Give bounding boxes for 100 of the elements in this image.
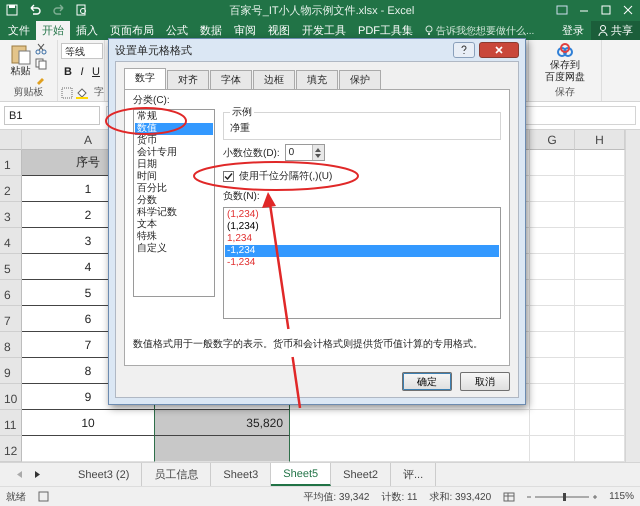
table-cell — [530, 384, 575, 410]
dialog-title: 设置单元格格式 — [115, 44, 193, 58]
zoom-slider-icon[interactable] — [527, 492, 598, 502]
sign-in-link[interactable]: 登录 — [555, 21, 591, 40]
ribbon-tab[interactable]: 开发工具 — [296, 21, 352, 40]
ribbon-tab[interactable]: 审阅 — [228, 21, 262, 40]
ribbon-display-icon[interactable] — [556, 5, 568, 15]
ribbon-tab[interactable]: 数据 — [194, 21, 228, 40]
row-header[interactable]: 4 — [0, 228, 22, 254]
count-readout: 计数: 11 — [382, 490, 418, 504]
row-header[interactable]: 9 — [0, 358, 22, 384]
table-cell — [575, 176, 625, 202]
table-cell — [575, 150, 625, 176]
table-cell — [575, 280, 625, 306]
paste-button[interactable]: 粘贴 — [10, 43, 30, 85]
spinner-arrows-icon[interactable] — [312, 145, 324, 160]
ribbon-tab[interactable]: 页面布局 — [104, 21, 160, 40]
sample-value: 净重 — [230, 122, 251, 135]
dialog-tab[interactable]: 字体 — [210, 70, 252, 89]
name-box[interactable]: B1 — [4, 106, 100, 125]
save-icon[interactable] — [6, 4, 18, 16]
cancel-button[interactable]: 取消 — [460, 372, 510, 391]
column-header[interactable]: G — [530, 130, 575, 150]
scissors-icon[interactable] — [34, 43, 46, 55]
dialog-tab[interactable]: 对齐 — [167, 70, 209, 89]
row-header[interactable]: 11 — [0, 410, 22, 436]
lightbulb-icon — [425, 25, 433, 36]
close-icon — [495, 46, 503, 54]
row-header[interactable]: 12 — [0, 436, 22, 462]
share-button[interactable]: 共享 — [591, 21, 640, 40]
ribbon-tab[interactable]: 插入 — [70, 21, 104, 40]
thousands-label: 使用千位分隔符(,)(U) — [239, 170, 332, 183]
row-header[interactable]: 10 — [0, 384, 22, 410]
negative-label: 负数(N): — [223, 190, 261, 203]
group-label: 字 — [94, 86, 104, 99]
ok-button[interactable]: 确定 — [402, 372, 452, 391]
close-button[interactable] — [479, 42, 519, 58]
scrollbar[interactable] — [625, 130, 640, 462]
table-cell — [575, 202, 625, 228]
table-cell — [530, 280, 575, 306]
row-header[interactable]: 3 — [0, 202, 22, 228]
macro-record-icon[interactable] — [38, 491, 49, 502]
cloud-icon — [555, 43, 575, 59]
sample-label: 示例 — [231, 106, 253, 119]
category-item[interactable]: 常规 — [135, 111, 213, 123]
italic-button[interactable]: I — [75, 64, 89, 80]
ribbon-tab[interactable]: 开始 — [36, 21, 70, 40]
help-button[interactable] — [453, 42, 475, 58]
negative-format-item[interactable]: (1,234) — [225, 209, 499, 221]
negative-format-item[interactable]: -1,234 — [225, 257, 499, 269]
dialog-tab[interactable]: 数字 — [124, 68, 166, 89]
sheet-tab[interactable]: Sheet5 — [271, 463, 332, 486]
table-cell — [530, 410, 575, 436]
category-list[interactable]: 常规 数值 货币 会计专用 日期 时间 百分比 分数 科学记数 文本 特殊 自定义 — [133, 109, 215, 297]
table-cell — [530, 358, 575, 384]
negative-number-list[interactable]: (1,234) (1,234) 1,234 -1,234 -1,234 — [223, 207, 501, 319]
column-header[interactable]: H — [575, 130, 625, 150]
dialog-tab[interactable]: 填充 — [296, 70, 338, 89]
maximize-icon[interactable] — [600, 5, 612, 15]
zoom-level[interactable]: 115% — [609, 491, 634, 502]
ribbon-tab[interactable]: PDF工具集 — [352, 21, 419, 40]
table-cell — [575, 332, 625, 358]
bold-button[interactable]: B — [61, 64, 75, 80]
close-icon[interactable] — [622, 5, 634, 15]
table-cell — [530, 150, 575, 176]
undo-icon[interactable] — [28, 4, 42, 16]
ribbon-tab[interactable]: 公式 — [160, 21, 194, 40]
scroll-right-icon[interactable] — [34, 471, 40, 478]
row-header[interactable]: 2 — [0, 176, 22, 202]
thousands-checkbox[interactable] — [223, 170, 234, 182]
table-cell — [575, 254, 625, 280]
table-cell — [530, 332, 575, 358]
table-cell — [575, 410, 625, 436]
decimals-label: 小数位数(D): — [223, 146, 280, 160]
tell-me-field[interactable]: 告诉我您想要做什么... — [425, 21, 555, 40]
border-icon[interactable] — [61, 87, 73, 99]
ribbon-tab[interactable]: 文件 — [2, 21, 36, 40]
row-header[interactable]: 6 — [0, 280, 22, 306]
row-header[interactable]: 7 — [0, 306, 22, 332]
font-name-field[interactable]: 等线 — [61, 43, 103, 59]
dialog-tab[interactable]: 保护 — [339, 70, 381, 89]
ribbon-tab[interactable]: 视图 — [262, 21, 296, 40]
group-label: 剪贴板 — [14, 86, 44, 99]
copy-icon[interactable] — [34, 58, 46, 70]
row-header[interactable]: 8 — [0, 332, 22, 358]
decimals-spinner[interactable]: 0 — [284, 144, 325, 161]
print-preview-icon[interactable] — [76, 4, 88, 16]
normal-view-icon[interactable] — [503, 492, 516, 502]
row-header[interactable]: 1 — [0, 150, 22, 176]
cloud-save-button[interactable]: 保存到 百度网盘 — [545, 43, 585, 83]
negative-format-item[interactable]: (1,234) — [225, 221, 499, 233]
sum-readout: 求和: 393,420 — [429, 490, 492, 504]
negative-format-item[interactable]: 1,234 — [225, 233, 499, 245]
question-mark-icon — [460, 45, 468, 55]
group-label: 保存 — [555, 86, 575, 99]
category-label: 分类(C): — [133, 94, 171, 107]
fill-color-icon[interactable] — [76, 87, 88, 99]
dialog-tab[interactable]: 边框 — [253, 70, 295, 89]
underline-button[interactable]: U — [89, 64, 103, 80]
row-header[interactable]: 5 — [0, 254, 22, 280]
